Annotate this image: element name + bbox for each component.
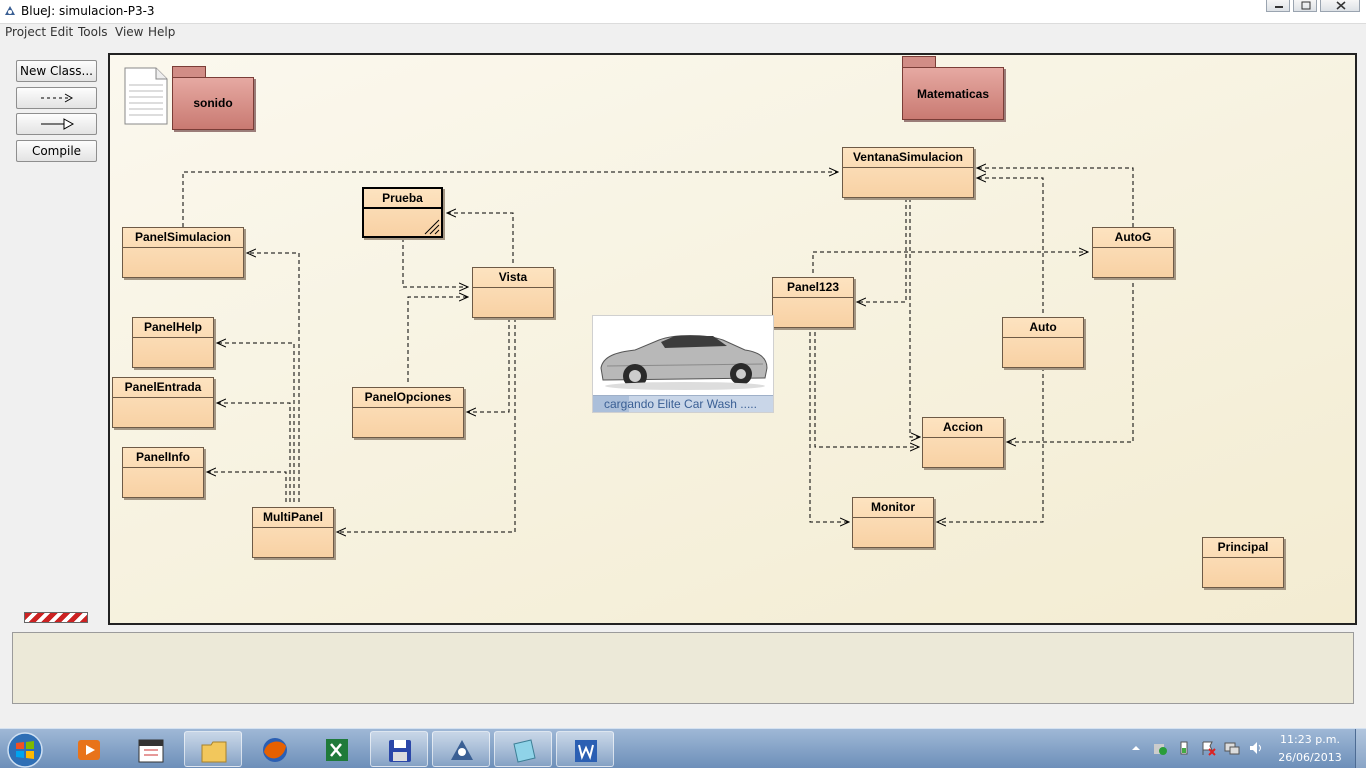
bluej-app-icon <box>5 6 15 15</box>
taskbar-bluej[interactable] <box>432 731 490 767</box>
menu-help[interactable]: Help <box>148 25 175 39</box>
new-class-button[interactable]: New Class... <box>16 60 97 82</box>
class-panelopciones[interactable]: PanelOpciones <box>352 387 464 438</box>
taskbar-excel[interactable] <box>308 731 366 767</box>
dashed-arrow-icon <box>41 93 74 103</box>
clock-date[interactable]: 26/06/2013 <box>1276 751 1344 764</box>
arrow-multipanel-panelinfo <box>207 472 287 502</box>
arrow-ventana-panel123 <box>857 198 907 302</box>
close-icon <box>1336 1 1346 10</box>
machine-activity-indicator <box>24 612 88 623</box>
arrow-autog-ventana <box>977 168 1134 227</box>
arrow-multipanel-panelhelp <box>217 343 295 502</box>
window-title: BlueJ: simulacion-P3-3 <box>21 4 155 18</box>
package-matematicas[interactable]: Matematicas <box>902 56 1004 120</box>
splash-loading-text: cargando Elite Car Wash ..... <box>593 395 773 412</box>
taskbar-file-explorer[interactable] <box>184 731 242 767</box>
class-panel123[interactable]: Panel123 <box>772 277 854 328</box>
security-icon[interactable] <box>1152 740 1168 756</box>
arrow-panel123-autog <box>812 252 1088 273</box>
status-message-area <box>12 632 1354 704</box>
taskbar-media-center[interactable] <box>122 731 180 767</box>
battery-icon[interactable] <box>1176 740 1192 756</box>
arrow-panelsimulacion-ventana <box>182 172 838 227</box>
class-accion[interactable]: Accion <box>922 417 1004 468</box>
arrow-prueba-vista <box>402 238 468 287</box>
new-inheritance-button[interactable] <box>16 113 97 135</box>
arrow-panel123-monitor <box>809 332 849 522</box>
class-panelhelp[interactable]: PanelHelp <box>132 317 214 368</box>
menu-project[interactable]: Project <box>5 25 46 39</box>
class-vista[interactable]: Vista <box>472 267 554 318</box>
title-bar: BlueJ: simulacion-P3-3 <box>0 0 1366 24</box>
restore-button[interactable] <box>1293 0 1317 12</box>
menu-tools[interactable]: Tools <box>78 25 108 39</box>
bluej-icon <box>451 740 473 760</box>
class-panelentrada[interactable]: PanelEntrada <box>112 377 214 428</box>
media-player-icon <box>78 740 100 760</box>
arrow-auto-ventana <box>977 178 1044 313</box>
compile-button[interactable]: Compile <box>16 140 97 162</box>
hollow-arrow-icon <box>41 118 75 130</box>
resize-handle-icon[interactable] <box>422 217 440 235</box>
splash-window: cargando Elite Car Wash ..... <box>592 315 774 413</box>
car-image <box>600 335 768 390</box>
class-prueba[interactable]: Prueba <box>362 187 443 238</box>
file-explorer-icon <box>201 741 227 763</box>
windows-start-icon[interactable] <box>4 731 46 768</box>
taskbar-media-player[interactable] <box>60 731 118 767</box>
flag-alert-icon[interactable] <box>1200 740 1216 756</box>
show-hidden-icons-icon[interactable] <box>1128 740 1144 756</box>
minimize-button[interactable] <box>1266 0 1290 12</box>
network-icon[interactable] <box>1224 740 1240 756</box>
show-desktop-button[interactable] <box>1355 729 1366 768</box>
class-autog[interactable]: AutoG <box>1092 227 1174 278</box>
taskbar-word[interactable] <box>556 731 614 767</box>
menu-edit[interactable]: Edit <box>50 25 73 39</box>
arrow-multipanel-panelsimulacion <box>247 253 300 502</box>
media-center-icon <box>138 739 164 763</box>
class-panelinfo[interactable]: PanelInfo <box>122 447 204 498</box>
arrow-panel123-accion <box>814 332 919 447</box>
readme-document-icon[interactable] <box>124 67 168 125</box>
arrow-panelopciones-vista <box>407 297 468 382</box>
menu-bar: Project Edit Tools View Help <box>0 24 1366 42</box>
word-icon <box>575 740 597 762</box>
arrow-multipanel-panelentrada <box>217 403 291 502</box>
new-dependency-button[interactable] <box>16 87 97 109</box>
excel-icon <box>326 739 348 761</box>
minimize-icon <box>1275 6 1283 8</box>
arrow-vista-panelopciones <box>467 318 510 412</box>
package-sonido[interactable]: sonido <box>172 66 254 130</box>
clock-time[interactable]: 11:23 p.m. <box>1276 733 1344 746</box>
firefox-icon <box>263 738 287 762</box>
floppy-save-icon <box>389 740 411 762</box>
taskbar-save-app[interactable] <box>370 731 428 767</box>
taskbar-firefox[interactable] <box>246 731 304 767</box>
class-monitor[interactable]: Monitor <box>852 497 934 548</box>
class-multipanel[interactable]: MultiPanel <box>252 507 334 558</box>
close-button[interactable] <box>1320 0 1360 12</box>
notepad-icon <box>513 739 536 763</box>
restore-icon <box>1301 1 1311 10</box>
taskbar-notepad[interactable] <box>494 731 552 767</box>
menu-view[interactable]: View <box>115 25 143 39</box>
volume-icon[interactable] <box>1248 740 1264 756</box>
arrow-ventana-accion <box>909 198 920 437</box>
class-principal[interactable]: Principal <box>1202 537 1284 588</box>
class-auto[interactable]: Auto <box>1002 317 1084 368</box>
class-ventanasimulacion[interactable]: VentanaSimulacion <box>842 147 974 198</box>
class-panelsimulacion[interactable]: PanelSimulacion <box>122 227 244 278</box>
arrow-vista-prueba <box>447 213 514 263</box>
